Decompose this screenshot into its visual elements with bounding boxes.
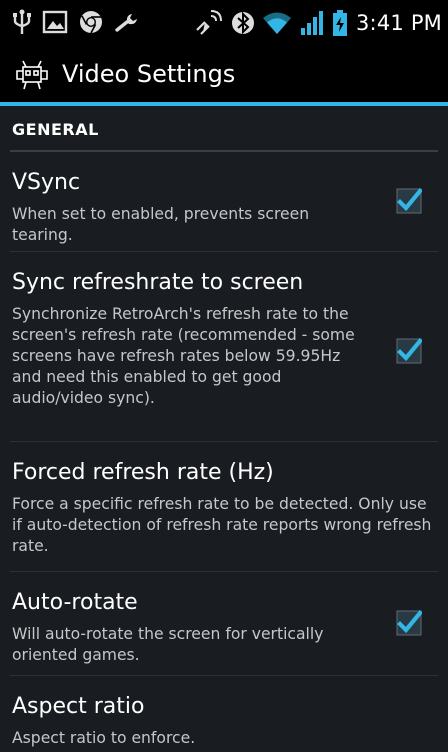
status-bar: 3:41 PM — [0, 0, 448, 46]
status-bar-system: 3:41 PM — [194, 8, 442, 38]
preference-aspect-ratio[interactable]: Aspect ratio Aspect ratio to enforce. — [0, 676, 448, 752]
preference-title: Auto-rotate — [12, 590, 138, 615]
preference-summary: Will auto-rotate the screen for vertical… — [12, 625, 324, 664]
preference-forced-refresh-rate[interactable]: Forced refresh rate (Hz) Force a specifi… — [0, 442, 448, 572]
preference-title: Sync refreshrate to screen — [12, 270, 304, 295]
status-bar-time: 3:41 PM — [355, 11, 442, 35]
image-icon — [42, 9, 68, 35]
checkbox-checked-icon[interactable] — [396, 338, 423, 364]
page-title: Video Settings — [62, 60, 236, 88]
preference-summary: Synchronize RetroArch's refresh rate to … — [12, 305, 355, 407]
checkbox-checked-icon[interactable] — [396, 188, 423, 214]
bluetooth-icon — [231, 10, 254, 36]
usb-icon — [12, 8, 32, 36]
signal-icon — [300, 10, 324, 36]
chrome-icon — [78, 9, 104, 35]
status-bar-notifications — [12, 8, 140, 36]
section-header-general: GENERAL — [0, 106, 448, 152]
preference-auto-rotate[interactable]: Auto-rotate Will auto-rotate the screen … — [0, 572, 448, 676]
preference-title: Forced refresh rate (Hz) — [12, 460, 274, 485]
checkbox-checked-icon[interactable] — [396, 610, 423, 636]
wrench-icon — [114, 9, 140, 35]
section-header-label: GENERAL — [12, 120, 99, 139]
retroarch-app-icon[interactable] — [14, 58, 50, 94]
battery-charging-icon — [332, 9, 348, 37]
preference-title: Aspect ratio — [12, 694, 145, 719]
preference-summary: Force a specific refresh rate to be dete… — [12, 495, 432, 555]
preference-summary: Aspect ratio to enforce. — [12, 729, 196, 747]
preference-vsync[interactable]: VSync When set to enabled, prevents scre… — [0, 152, 448, 252]
action-bar: Video Settings — [0, 46, 448, 106]
wifi-icon — [262, 10, 292, 36]
preference-sync-refreshrate[interactable]: Sync refreshrate to screen Synchronize R… — [0, 252, 448, 442]
preference-title: VSync — [12, 170, 81, 195]
nfc-icon — [194, 8, 224, 38]
preference-summary: When set to enabled, prevents screen tea… — [12, 205, 310, 244]
